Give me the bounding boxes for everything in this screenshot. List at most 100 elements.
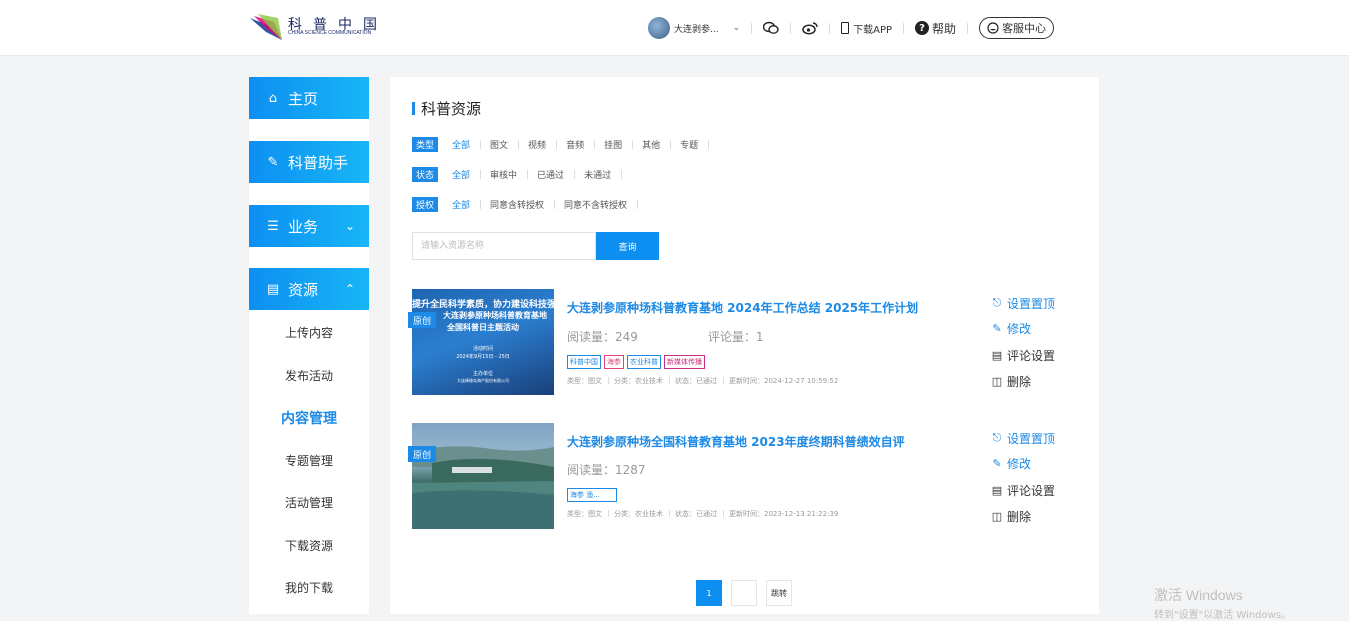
filter-type-topic[interactable]: 专题 xyxy=(670,138,708,151)
weibo-icon[interactable] xyxy=(802,21,818,35)
search-bar: 查询 xyxy=(412,232,659,260)
thumb-text: 2024年9月15日 - 25日 xyxy=(456,354,510,360)
title-accent-bar xyxy=(412,102,415,115)
pagination: 1 跳转 xyxy=(696,580,792,606)
trash-icon: ◫ xyxy=(991,374,1003,388)
resource-stats: 阅读量：249 评论量：1 xyxy=(567,328,764,345)
nav-home-label: 主页 xyxy=(288,89,319,108)
filter-license-with-sublicense[interactable]: 同意含转授权 xyxy=(480,198,554,211)
page-title-text: 科普资源 xyxy=(421,100,482,118)
resource-meta: 类型：图文 分类：农业技术 状态：已通过 更新时间：2023-12-13 21:… xyxy=(567,509,844,519)
delete-button[interactable]: ◫ 删除 xyxy=(991,509,1032,524)
pin-button[interactable]: ⎋ 设置置顶 xyxy=(991,296,1056,311)
filter-status-approved[interactable]: 已通过 xyxy=(527,168,574,181)
filter-type-tag: 类型 xyxy=(412,137,439,152)
resource-thumbnail[interactable]: 提升全民科学素质，协力建设科技强国 大连剥参原种场科普教育基地 全国科普日主题活… xyxy=(412,289,554,395)
filter-license-without-sublicense[interactable]: 同意不含转授权 xyxy=(554,198,637,211)
pin-button[interactable]: ⎋ 设置置顶 xyxy=(991,431,1056,446)
pin-icon: ⎋ xyxy=(992,431,1002,444)
sidebar-item-activity-management[interactable]: 活动管理 xyxy=(249,494,369,511)
filter-license: 授权 全部 同意含转授权 同意不含转授权 xyxy=(412,197,639,212)
nav-business-label: 业务 xyxy=(288,217,319,236)
nav-home[interactable]: ⌂ 主页 xyxy=(249,77,369,119)
delete-button[interactable]: ◫ 删除 xyxy=(991,374,1032,389)
header-toolbar: 大连剥参... ⌄ 下载APP ? 帮助 客服中心 xyxy=(648,17,1055,39)
comment-icon: ▤ xyxy=(991,348,1003,362)
meta-category: 分类：农业技术 xyxy=(608,376,669,386)
page-title: 科普资源 xyxy=(412,98,481,119)
edit-button[interactable]: ✎ 修改 xyxy=(991,321,1032,336)
sidebar-item-my-downloads[interactable]: 我的下载 xyxy=(249,579,369,596)
sidebar-item-download-resources[interactable]: 下载资源 xyxy=(249,537,369,554)
resource-thumbnail[interactable] xyxy=(412,423,554,529)
comment-settings-button[interactable]: ▤ 评论设置 xyxy=(991,348,1056,363)
sidebar-item-upload[interactable]: 上传内容 xyxy=(249,324,369,341)
pin-label: 设置置顶 xyxy=(1007,431,1056,446)
filter-license-all[interactable]: 全部 xyxy=(448,198,480,211)
resource-stats: 阅读量：1287 xyxy=(567,461,646,478)
thumb-text: 提升全民科学素质，协力建设科技强国 xyxy=(412,300,554,310)
page-button-current[interactable]: 1 xyxy=(696,580,722,606)
download-app-link[interactable]: 下载APP xyxy=(841,21,892,36)
nav-assistant[interactable]: ✎ 科普助手 xyxy=(249,141,369,183)
divider xyxy=(903,22,905,34)
resource-title[interactable]: 大连剥参原种场全国科普教育基地 2023年度终期科普绩效自评 xyxy=(567,433,905,450)
tag-list: 海参 渔... xyxy=(567,488,617,502)
nav-business[interactable]: ☰ 业务 ⌄ xyxy=(249,205,369,247)
archive-icon: ▤ xyxy=(266,281,280,297)
tag: 新媒体传播 xyxy=(664,355,705,369)
filter-type-other[interactable]: 其他 xyxy=(632,138,670,151)
filter-type-audio[interactable]: 音频 xyxy=(556,138,594,151)
layers-icon: ☰ xyxy=(267,218,279,234)
meta-type: 类型：图文 xyxy=(567,510,602,518)
nav-resources[interactable]: ▤ 资源 ⌃ xyxy=(249,268,369,310)
windows-activation-watermark: 激活 Windows 转到"设置"以激活 Windows。 xyxy=(1154,585,1291,621)
filter-status-tag: 状态 xyxy=(412,167,439,182)
logo[interactable]: 科普中国 CHINA SCIENCE COMMUNICATION xyxy=(248,12,418,44)
resource-title[interactable]: 大连剥参原种场科普教育基地 2024年工作总结 2025年工作计划 xyxy=(567,299,918,316)
jump-button[interactable]: 跳转 xyxy=(766,580,792,606)
meta-updated: 更新时间：2024-12-27 10:59:52 xyxy=(723,376,844,386)
wechat-icon[interactable] xyxy=(763,21,779,35)
chevron-down-icon: ⌄ xyxy=(732,23,741,33)
sidebar-item-publish-activity[interactable]: 发布活动 xyxy=(249,367,369,384)
delete-label: 删除 xyxy=(1007,509,1032,524)
filter-type-poster[interactable]: 挂图 xyxy=(594,138,632,151)
comment-settings-label: 评论设置 xyxy=(1007,348,1056,363)
help-link[interactable]: ? 帮助 xyxy=(915,20,956,37)
meta-status: 状态：已通过 xyxy=(669,376,723,386)
comment-settings-button[interactable]: ▤ 评论设置 xyxy=(991,483,1055,498)
search-input[interactable] xyxy=(412,232,596,260)
divider xyxy=(708,140,710,149)
divider xyxy=(829,22,831,34)
sidebar-item-topic-management[interactable]: 专题管理 xyxy=(249,452,369,469)
edit-button[interactable]: ✎ 修改 xyxy=(991,456,1031,471)
trash-icon: ◫ xyxy=(991,509,1003,523)
sidebar: ⌂ 主页 ✎ 科普助手 ☰ 业务 ⌄ ▤ 资源 ⌃ 上传内容 发布活动 内容管理… xyxy=(249,77,369,614)
avatar xyxy=(648,17,670,39)
delete-label: 删除 xyxy=(1007,374,1032,389)
tag: 科普中国 xyxy=(567,355,601,369)
pin-label: 设置置顶 xyxy=(1007,296,1056,311)
pen-icon: ✎ xyxy=(267,154,279,170)
filter-type-video[interactable]: 视频 xyxy=(518,138,556,151)
user-menu[interactable]: 大连剥参... ⌄ xyxy=(648,17,740,39)
filter-type-article[interactable]: 图文 xyxy=(480,138,518,151)
search-button[interactable]: 查询 xyxy=(596,232,659,260)
tag: 海参 渔... xyxy=(567,488,617,502)
page-input[interactable] xyxy=(731,580,757,606)
filter-type-all[interactable]: 全部 xyxy=(448,138,480,151)
filter-status-all[interactable]: 全部 xyxy=(448,168,480,181)
filter-status-rejected[interactable]: 未通过 xyxy=(574,168,621,181)
divider xyxy=(967,22,969,34)
customer-service-button[interactable]: 客服中心 xyxy=(979,17,1055,39)
divider xyxy=(637,200,639,209)
meta-category: 分类：农业技术 xyxy=(608,509,669,519)
thumb-text: 大连棒棰岛海产股份有限公司 xyxy=(457,378,509,383)
sidebar-item-content-management[interactable]: 内容管理 xyxy=(249,408,369,428)
edit-label: 修改 xyxy=(1007,321,1032,336)
chevron-down-icon: ⌄ xyxy=(344,219,355,233)
divider xyxy=(790,22,792,34)
filter-status-reviewing[interactable]: 审核中 xyxy=(480,168,527,181)
read-count: 阅读量：249 xyxy=(567,330,638,344)
